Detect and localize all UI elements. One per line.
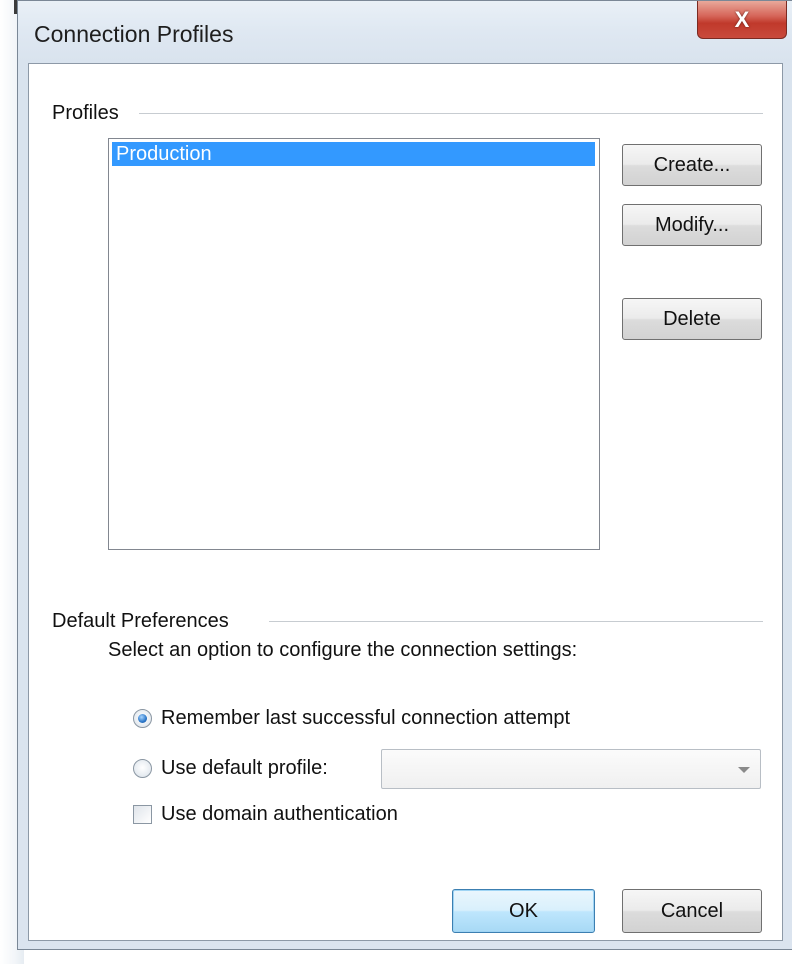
remember-last-option[interactable]: Remember last successful connection atte… bbox=[133, 707, 570, 730]
use-default-profile-label: Use default profile: bbox=[161, 757, 328, 779]
cancel-button[interactable]: Cancel bbox=[622, 889, 762, 933]
remember-last-label: Remember last successful connection atte… bbox=[161, 707, 571, 729]
dialog-content: Profiles Production Create... Modify... … bbox=[28, 63, 783, 941]
domain-auth-checkbox[interactable] bbox=[133, 805, 152, 824]
use-default-profile-radio[interactable] bbox=[133, 759, 152, 778]
title-bar[interactable]: Connection Profiles X bbox=[18, 1, 792, 67]
modify-button[interactable]: Modify... bbox=[622, 204, 762, 246]
dialog-window: Connection Profiles X Profiles Productio… bbox=[17, 0, 792, 950]
delete-button[interactable]: Delete bbox=[622, 298, 762, 340]
default-profile-select[interactable] bbox=[381, 749, 761, 789]
profiles-group-divider bbox=[139, 113, 763, 114]
use-default-profile-option[interactable]: Use default profile: bbox=[133, 757, 328, 780]
remember-last-radio[interactable] bbox=[133, 709, 152, 728]
profiles-group-label: Profiles bbox=[52, 102, 119, 125]
default-preferences-group-divider bbox=[269, 621, 763, 622]
close-x-icon: X bbox=[734, 6, 750, 32]
ok-button[interactable]: OK bbox=[452, 889, 595, 933]
domain-auth-option[interactable]: Use domain authentication bbox=[133, 803, 398, 826]
create-button[interactable]: Create... bbox=[622, 144, 762, 186]
default-preferences-group-label: Default Preferences bbox=[52, 610, 229, 633]
profiles-listbox[interactable]: Production bbox=[108, 138, 600, 550]
preferences-prompt: Select an option to configure the connec… bbox=[108, 639, 578, 661]
list-item[interactable]: Production bbox=[112, 142, 595, 166]
close-button[interactable]: X bbox=[697, 1, 787, 39]
window-title: Connection Profiles bbox=[34, 21, 234, 47]
chevron-down-icon bbox=[738, 767, 750, 773]
domain-auth-label: Use domain authentication bbox=[161, 803, 398, 825]
